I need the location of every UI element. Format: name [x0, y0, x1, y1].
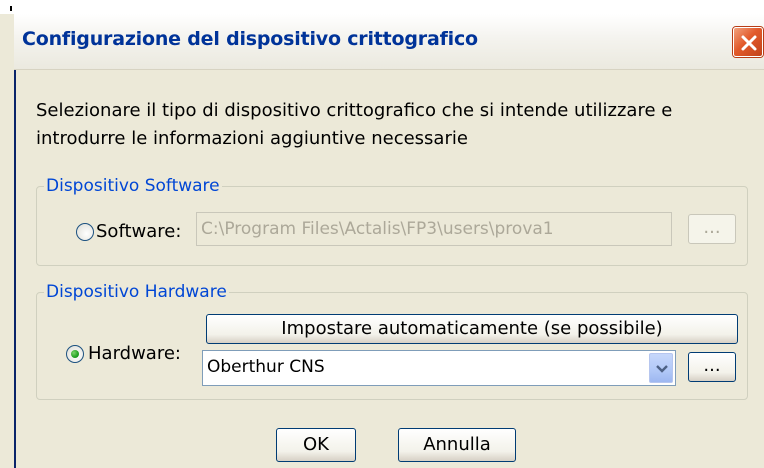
- dialog-title: Configurazione del dispositivo crittogra…: [22, 28, 478, 50]
- software-radio[interactable]: [76, 223, 94, 241]
- intro-line-1: Selezionare il tipo di dispositivo critt…: [36, 100, 673, 121]
- intro-text: Selezionare il tipo di dispositivo critt…: [36, 97, 736, 153]
- close-button[interactable]: [733, 27, 763, 57]
- chevron-down-icon: [656, 365, 668, 373]
- background-strip: [0, 0, 764, 14]
- software-group-legend: Dispositivo Software: [44, 176, 222, 196]
- background-mark: [10, 6, 12, 11]
- dialog-window: Configurazione del dispositivo crittogra…: [0, 0, 764, 468]
- software-path-field[interactable]: C:\Program Files\Actalis\FP3\users\prova…: [196, 212, 672, 246]
- cancel-button[interactable]: Annulla: [398, 428, 516, 462]
- software-radio-label[interactable]: Software:: [96, 221, 181, 243]
- intro-line-2: introdurre le informazioni aggiuntive ne…: [36, 128, 468, 149]
- device-select-dropdown-button[interactable]: [649, 353, 673, 383]
- title-bar[interactable]: Configurazione del dispositivo crittogra…: [14, 14, 764, 70]
- auto-configure-button-label: Impostare automaticamente (se possibile): [281, 318, 663, 339]
- hardware-radio-label[interactable]: Hardware:: [88, 343, 181, 365]
- auto-configure-button[interactable]: Impostare automaticamente (se possibile): [206, 314, 738, 344]
- software-browse-button[interactable]: ...: [688, 214, 736, 244]
- device-select[interactable]: Oberthur CNS: [202, 350, 676, 386]
- hardware-radio-dot: [71, 350, 79, 358]
- close-icon: [741, 35, 757, 51]
- device-select-value: Oberthur CNS: [207, 357, 325, 377]
- hardware-browse-button[interactable]: ...: [688, 352, 736, 382]
- ok-button[interactable]: OK: [276, 428, 356, 462]
- hardware-radio[interactable]: [66, 345, 84, 363]
- hardware-group-legend: Dispositivo Hardware: [44, 282, 229, 302]
